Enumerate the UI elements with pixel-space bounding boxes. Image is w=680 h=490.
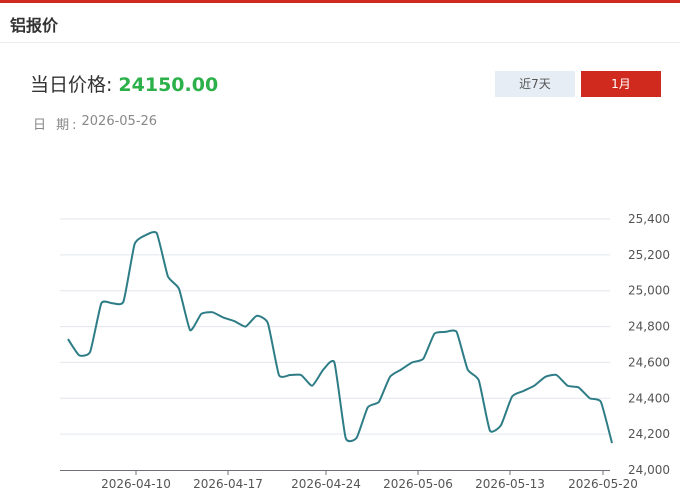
x-tick-label: 2026-04-24: [291, 477, 361, 490]
chart-grid: [60, 218, 610, 435]
price-line-chart: 24,000 24,200 24,400 24,600 24,800 25,000 25,2…: [60, 212, 670, 490]
y-tick-label: 24,600: [628, 355, 670, 369]
y-tick-label: 24,400: [628, 391, 670, 405]
y-tick-label: 24,800: [628, 320, 670, 334]
y-tick-label: 24,200: [628, 427, 670, 441]
y-tick-label: 25,200: [628, 248, 670, 262]
price-series-line: [67, 231, 613, 444]
x-tick-label: 2026-05-13: [475, 477, 545, 490]
y-tick-label: 25,400: [628, 212, 670, 226]
x-tick-label: 2026-05-20: [568, 477, 638, 490]
x-tick-label: 2026-04-10: [101, 477, 171, 490]
chart-series: [67, 231, 613, 444]
x-tick-label: 2026-04-17: [193, 477, 263, 490]
x-tick-label: 2026-05-06: [383, 477, 453, 490]
y-tick-label: 25,000: [628, 284, 670, 298]
chart-axes: 24,000 24,200 24,400 24,600 24,800 25,000 25,2…: [60, 212, 670, 490]
y-tick-label: 24,000: [628, 463, 670, 477]
